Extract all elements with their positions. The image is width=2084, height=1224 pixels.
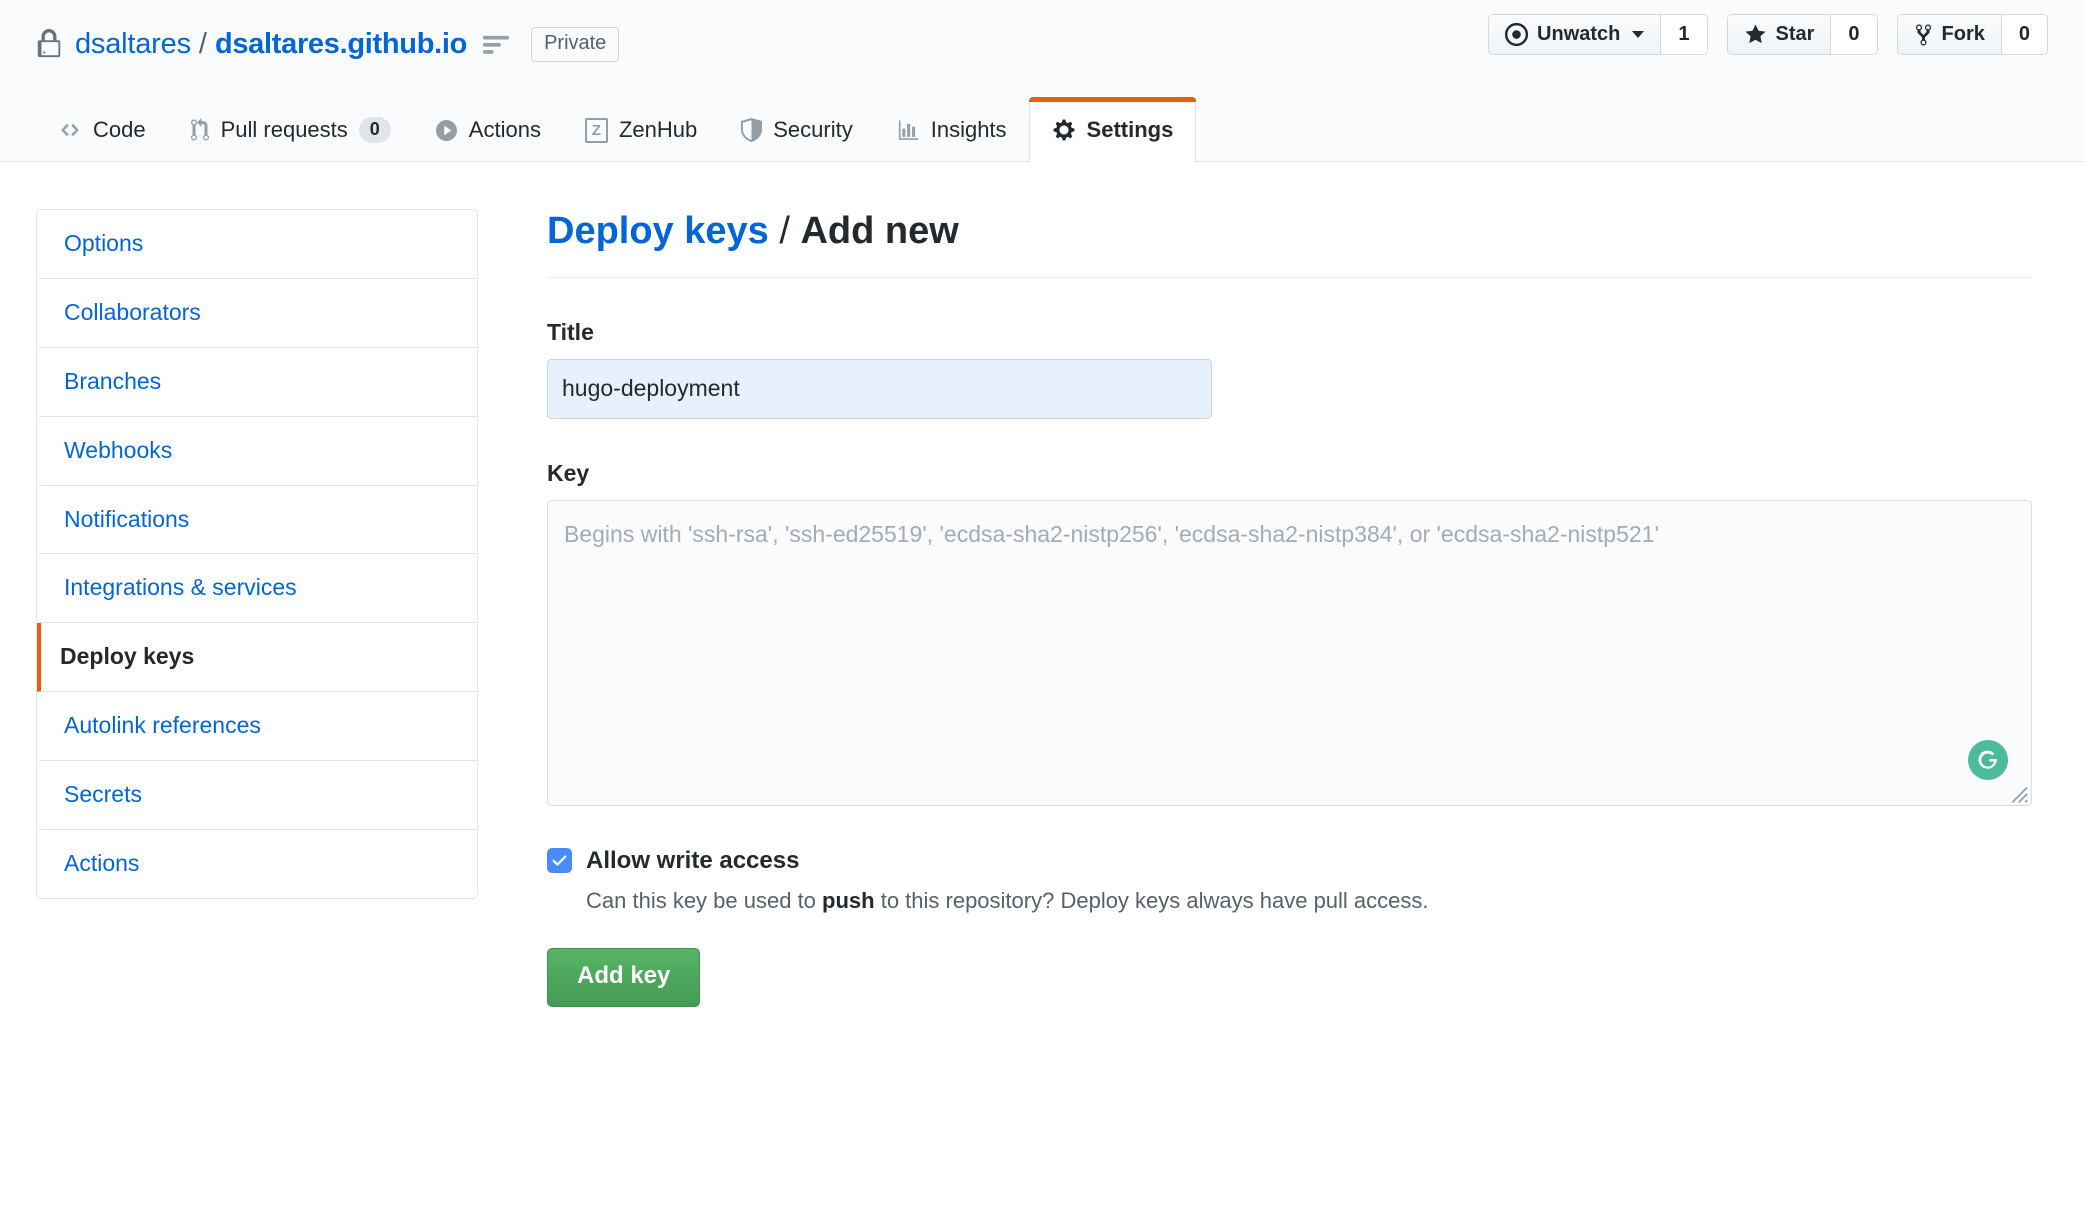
unwatch-button[interactable]: Unwatch [1489,15,1662,54]
help-prefix: Can this key be used to [586,887,823,913]
key-textarea-wrapper [547,499,2032,806]
deploy-key-form: Deploy keys / Add new Title Key [478,209,2048,1007]
tab-insights[interactable]: Insights [875,98,1029,162]
play-icon [435,119,458,142]
settings-page: Options Collaborators Branches Webhooks … [0,162,2084,1007]
graph-icon [897,119,920,141]
tab-security[interactable]: Security [719,98,874,162]
settings-sidebar: Options Collaborators Branches Webhooks … [36,209,478,899]
tab-pull-requests[interactable]: Pull requests 0 [168,98,413,162]
key-field-label: Key [547,459,590,486]
page-title: Deploy keys / Add new [547,209,2032,278]
sidebar-item-deploy-keys[interactable]: Deploy keys [37,623,477,693]
repository-nav: Code Pull requests 0 Actions Z ZenHub Se… [0,88,2084,163]
allow-write-access-checkbox[interactable] [547,848,572,874]
grammarly-icon[interactable] [1968,739,2008,780]
key-textarea[interactable] [547,499,2032,806]
fork-icon [1914,23,1933,47]
tab-actions[interactable]: Actions [413,98,563,162]
fork-label: Fork [1941,23,1985,45]
star-button-group[interactable]: Star 0 [1726,14,1878,55]
repo-menu-icon[interactable] [483,31,510,57]
sidebar-item-actions[interactable]: Actions [37,830,477,898]
sidebar-item-integrations-services[interactable]: Integrations & services [37,554,477,624]
code-icon [58,120,82,140]
shield-icon [741,118,763,142]
watch-count[interactable]: 1 [1661,15,1707,54]
sidebar-item-secrets[interactable]: Secrets [37,761,477,831]
visibility-badge: Private [531,26,620,62]
fork-button[interactable]: Fork [1897,15,2002,54]
star-button[interactable]: Star [1727,15,1832,54]
tab-list: Code Pull requests 0 Actions Z ZenHub Se… [36,88,2048,163]
breadcrumb-separator: / [198,27,207,60]
tab-zenhub[interactable]: Z ZenHub [563,98,719,162]
tab-settings-label: Settings [1086,117,1174,142]
allow-write-access-label: Allow write access [586,846,800,874]
star-label: Star [1775,23,1815,45]
repository-header: dsaltares / dsaltares.github.io Private … [0,0,2084,88]
repo-owner-link[interactable]: dsaltares [75,28,191,61]
sidebar-item-options[interactable]: Options [37,210,477,279]
chevron-down-icon [1632,31,1645,38]
page-title-current: Add new [800,210,959,252]
tab-code-label: Code [93,117,146,142]
allow-write-access-help: Can this key be used to push to this rep… [586,886,2032,916]
sidebar-item-collaborators[interactable]: Collaborators [37,279,477,348]
zenhub-icon: Z [584,117,608,143]
unwatch-label: Unwatch [1537,23,1621,45]
watch-button-group[interactable]: Unwatch 1 [1488,14,1708,55]
tab-insights-label: Insights [930,117,1007,142]
fork-button-group[interactable]: Fork 0 [1896,14,2048,55]
fork-count[interactable]: 0 [2001,15,2047,54]
sidebar-item-branches[interactable]: Branches [37,348,477,417]
deploy-keys-link[interactable]: Deploy keys [547,210,769,252]
pull-requests-counter: 0 [358,116,391,144]
repo-action-buttons: Unwatch 1 Star 0 Fork 0 [1488,14,2048,55]
tab-pull-requests-label: Pull requests [220,117,348,142]
add-key-button[interactable]: Add key [547,948,701,1007]
sidebar-item-notifications[interactable]: Notifications [37,486,477,555]
tab-actions-label: Actions [468,117,541,142]
help-bold-push: push [822,887,875,913]
eye-icon [1505,23,1529,46]
title-field-label: Title [547,318,594,345]
page-title-separator: / [768,210,801,252]
star-icon [1744,23,1767,46]
star-count[interactable]: 0 [1831,15,1877,54]
git-pull-request-icon [190,118,210,142]
tab-security-label: Security [773,117,853,142]
tab-settings[interactable]: Settings [1028,97,1197,163]
tab-code[interactable]: Code [36,98,168,162]
sidebar-item-webhooks[interactable]: Webhooks [37,417,477,486]
allow-write-access-row[interactable]: Allow write access [547,847,2032,875]
breadcrumb: dsaltares / dsaltares.github.io Private [36,26,620,62]
tab-zenhub-label: ZenHub [618,117,698,142]
lock-icon [36,29,62,59]
gear-icon [1052,118,1076,142]
help-suffix: to this repository? Deploy keys always h… [874,887,1429,913]
title-input[interactable] [547,358,1212,419]
sidebar-item-autolink-references[interactable]: Autolink references [37,692,477,762]
repo-name-link[interactable]: dsaltares.github.io [215,28,467,61]
